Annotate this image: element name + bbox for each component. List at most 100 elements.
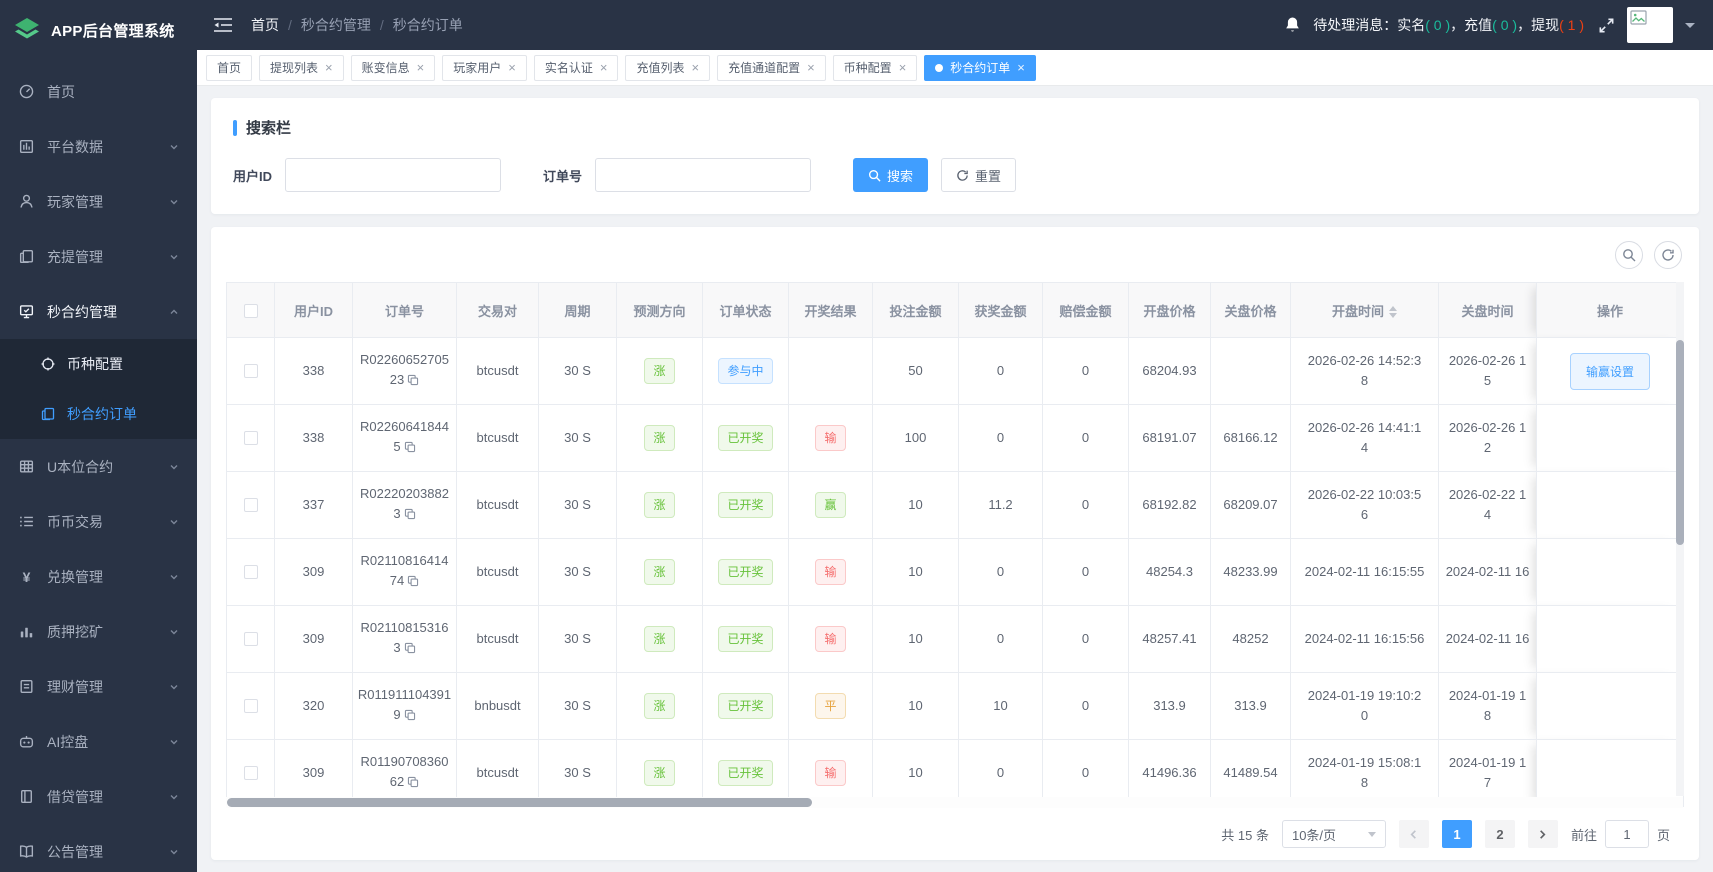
close-icon[interactable]: ×: [899, 61, 907, 74]
row-checkbox[interactable]: [244, 565, 258, 579]
select-all-checkbox[interactable]: [244, 304, 258, 318]
copy-icon[interactable]: [404, 640, 416, 660]
reset-button[interactable]: 重置: [941, 158, 1016, 192]
status-badge: 已开奖: [718, 559, 772, 585]
sidebar-item-finance[interactable]: 理财管理: [0, 659, 197, 714]
fullscreen-icon[interactable]: [1598, 17, 1615, 34]
sidebar-item-home[interactable]: 首页: [0, 64, 197, 119]
user-menu-caret-icon[interactable]: [1685, 23, 1695, 33]
copy-icon[interactable]: [407, 372, 419, 392]
list-icon: [18, 513, 35, 530]
sidebar-item-u-contract[interactable]: U本位合约: [0, 439, 197, 494]
sidebar-item-spot-trade[interactable]: 币币交易: [0, 494, 197, 549]
tab-recharge-channel-config[interactable]: 充值通道配置×: [717, 55, 826, 81]
breadcrumb-home[interactable]: 首页: [251, 15, 279, 35]
close-icon[interactable]: ×: [417, 61, 425, 74]
close-icon[interactable]: ×: [1017, 61, 1025, 74]
column-header-period: 周期: [539, 283, 617, 338]
breadcrumb-section[interactable]: 秒合约管理: [301, 15, 371, 35]
bell-icon[interactable]: [1284, 16, 1301, 34]
column-header-close-time: 关盘时间: [1439, 283, 1537, 338]
tab-second-contract-orders[interactable]: 秒合约订单×: [924, 55, 1036, 81]
tab-home[interactable]: 首页: [206, 55, 252, 81]
sidebar-item-staking[interactable]: 质押挖矿: [0, 604, 197, 659]
cell-status: 已开奖: [703, 606, 789, 673]
topbar-right: 待处理消息：实名( 0 )，充值( 0 )，提现( 1 ): [1284, 7, 1695, 43]
dashboard-icon: [18, 83, 35, 100]
sort-icon[interactable]: [1389, 306, 1397, 318]
sidebar-toggle-icon[interactable]: [213, 17, 233, 33]
chevron-down-icon: [169, 517, 179, 527]
sidebar-item-exchange[interactable]: ¥ 兑换管理: [0, 549, 197, 604]
table-search-toggle-button[interactable]: [1615, 241, 1643, 269]
row-checkbox[interactable]: [244, 431, 258, 445]
recharge-count: ( 0 ): [1492, 17, 1517, 33]
sidebar-item-second-contract-orders[interactable]: 秒合约订单: [0, 389, 197, 439]
search-button[interactable]: 搜索: [853, 158, 928, 192]
chevron-down-icon: [169, 792, 179, 802]
row-checkbox[interactable]: [244, 364, 258, 378]
tab-realname-auth[interactable]: 实名认证×: [534, 55, 619, 81]
chevron-down-icon: [169, 142, 179, 152]
cell-direction: 涨: [617, 606, 703, 673]
tab-withdraw-list[interactable]: 提现列表×: [259, 55, 344, 81]
close-icon[interactable]: ×: [600, 61, 608, 74]
coin-config-icon: [40, 356, 56, 372]
row-checkbox[interactable]: [244, 766, 258, 780]
cell-close-price: 68166.12: [1211, 405, 1291, 472]
table-refresh-button[interactable]: [1654, 241, 1682, 269]
cell-close-time: 2026-02-26 1 2: [1439, 405, 1537, 472]
goto-page-input[interactable]: [1605, 820, 1649, 848]
bar-chart-icon: [18, 623, 35, 640]
prev-page-button[interactable]: [1399, 820, 1429, 848]
copy-icon[interactable]: [404, 506, 416, 526]
cell-win-amount: 10: [959, 673, 1043, 740]
table-tools: [226, 235, 1684, 282]
cell-open-price: 313.9: [1129, 673, 1211, 740]
tab-player-users[interactable]: 玩家用户×: [442, 55, 527, 81]
page-size-select[interactable]: 10条/页: [1282, 820, 1386, 848]
next-page-button[interactable]: [1528, 820, 1558, 848]
close-icon[interactable]: ×: [691, 61, 699, 74]
user-id-input[interactable]: [285, 158, 501, 192]
row-checkbox[interactable]: [244, 699, 258, 713]
sidebar-item-ai-control[interactable]: AI控盘: [0, 714, 197, 769]
result-badge: 输: [815, 626, 845, 652]
result-badge: 输: [815, 559, 845, 585]
row-checkbox[interactable]: [244, 632, 258, 646]
page-button-2[interactable]: 2: [1485, 820, 1515, 848]
tab-coin-config[interactable]: 币种配置×: [833, 55, 918, 81]
result-badge: 输: [815, 760, 845, 786]
horizontal-scrollbar-thumb[interactable]: [227, 798, 812, 807]
copy-icon[interactable]: [407, 774, 419, 794]
column-header-open-time: 开盘时间: [1291, 283, 1439, 338]
copy-icon[interactable]: [404, 707, 416, 727]
tab-account-changes[interactable]: 账变信息×: [351, 55, 436, 81]
sidebar-item-platform-data[interactable]: 平台数据: [0, 119, 197, 174]
close-icon[interactable]: ×: [807, 61, 815, 74]
cell-order-no: R021108153163: [353, 606, 457, 673]
direction-badge: 涨: [644, 693, 674, 719]
close-icon[interactable]: ×: [325, 61, 333, 74]
cell-actions: [1537, 472, 1684, 539]
sidebar-item-announcement[interactable]: 公告管理: [0, 824, 197, 872]
vertical-scrollbar-thumb[interactable]: [1676, 340, 1684, 545]
sidebar-item-coin-config[interactable]: 币种配置: [0, 339, 197, 389]
copy-icon[interactable]: [407, 573, 419, 593]
cell-compensate-amount: 0: [1043, 539, 1129, 606]
sidebar-item-recharge-withdraw[interactable]: 充提管理: [0, 229, 197, 284]
avatar[interactable]: [1627, 7, 1673, 43]
order-no-input[interactable]: [595, 158, 811, 192]
order-doc-icon: [40, 406, 56, 422]
copy-icon[interactable]: [404, 439, 416, 459]
win-lose-setting-button[interactable]: 输赢设置: [1570, 353, 1650, 390]
close-icon[interactable]: ×: [508, 61, 516, 74]
row-checkbox[interactable]: [244, 498, 258, 512]
sidebar-item-second-contract[interactable]: 秒合约管理: [0, 284, 197, 339]
sidebar-item-players[interactable]: 玩家管理: [0, 174, 197, 229]
sidebar-item-loan[interactable]: 借贷管理: [0, 769, 197, 824]
broken-image-icon: [1630, 10, 1647, 25]
tab-recharge-list[interactable]: 充值列表×: [625, 55, 710, 81]
search-icon: [868, 169, 881, 182]
page-button-1[interactable]: 1: [1442, 820, 1472, 848]
